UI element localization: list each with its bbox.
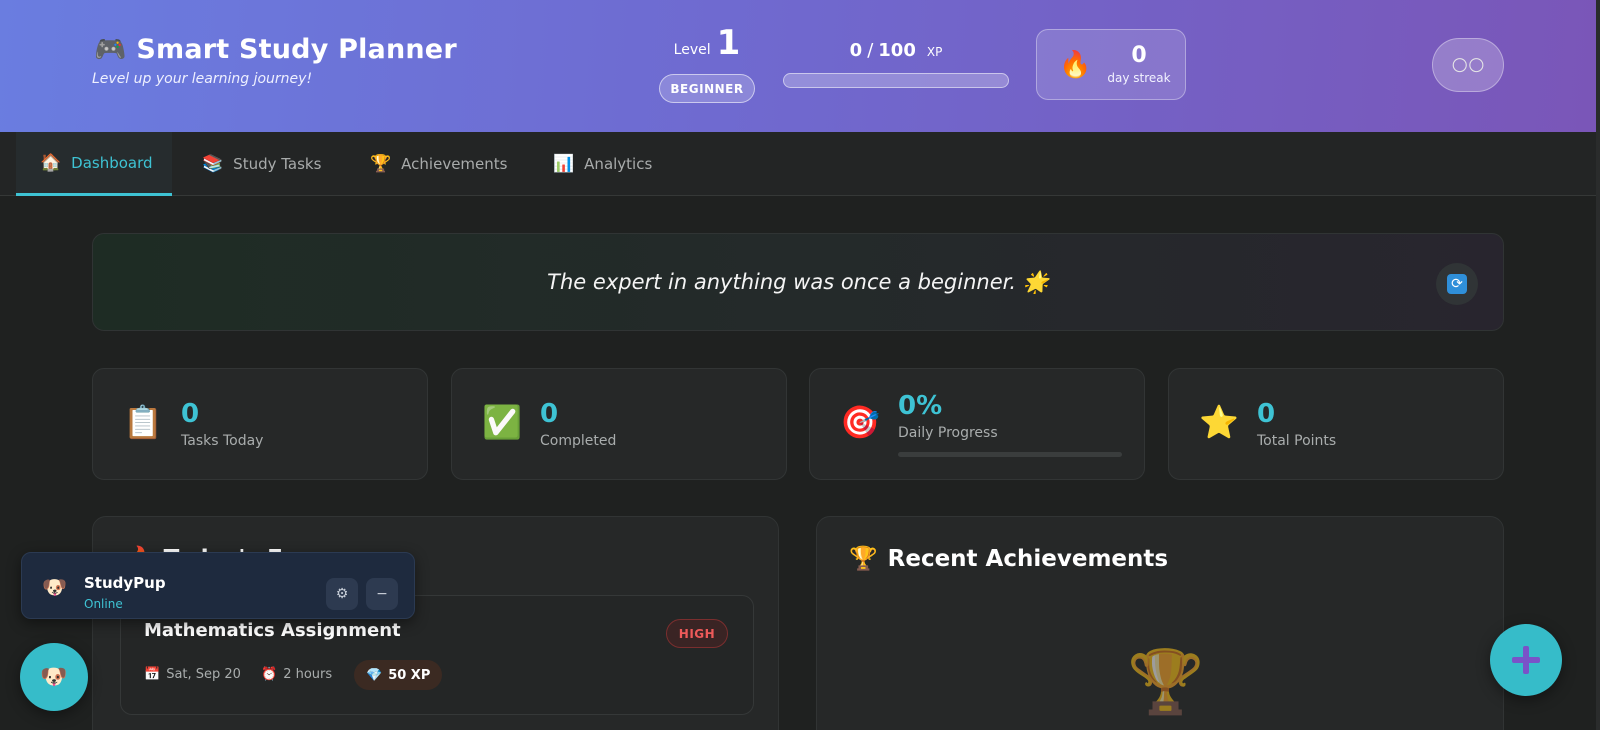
moon-icon: 🌕🌕 [1451,55,1485,75]
stat-card-completed: ✅ 0 Completed [451,368,787,480]
recent-achievements-panel: 🏆 Recent Achievements 🏆 [816,516,1504,730]
star-icon: ⭐ [1199,403,1239,441]
chat-minimize-button[interactable]: − [366,578,398,610]
stat-label: Daily Progress [898,425,998,441]
streak-card: 🔥 0 day streak [1036,29,1186,100]
level-value: 1 [716,23,741,63]
dog-avatar-icon: 🐶 [40,664,68,690]
gear-icon: ⚙ [335,586,349,602]
fire-icon: 🔥 [1059,49,1092,80]
xp-separator: / [867,40,874,61]
stat-label: Total Points [1257,433,1337,449]
tab-dashboard[interactable]: 🏠 Dashboard [16,132,172,196]
chat-widget: 🐶 StudyPup Online ⚙ − [21,552,415,619]
stat-value: 0 [1257,399,1276,429]
motivational-quote-card: The expert in anything was once a beginn… [92,233,1504,331]
todays-focus-panel: 🔥 Today's Focus Mathematics Assignment H… [92,516,779,730]
chat-status: Online [84,597,123,611]
target-icon: 🎯 [840,403,880,441]
task-date-text: Sat, Sep 20 [166,667,241,682]
chat-bot-name: StudyPup [84,574,166,592]
stat-label: Tasks Today [181,433,264,449]
minimize-icon: − [376,586,388,602]
task-xp-text: 50 XP [388,667,431,683]
clock-icon: ⏰ [261,667,278,682]
stat-card-daily-progress: 🎯 0% Daily Progress [809,368,1145,480]
task-xp-badge: 💎 50 XP [354,660,443,690]
tab-study-tasks[interactable]: 📚 Study Tasks [200,132,321,196]
streak-label: day streak [1107,70,1171,85]
xp-max: 100 [878,40,916,61]
trophy-icon: 🏆 [849,546,878,572]
theme-toggle-button[interactable]: 🌕🌕 [1432,38,1504,92]
panel-title-text: Recent Achievements [887,545,1169,572]
stat-value: 0% [898,391,943,421]
rank-badge: BEGINNER [659,74,755,103]
game-controller-icon: 🎮 [94,34,127,65]
stat-value: 0 [540,399,559,429]
stat-card-total-points: ⭐ 0 Total Points [1168,368,1504,480]
tab-label: Dashboard [71,153,153,172]
level-label: Level [673,42,711,58]
page-scrollbar[interactable] [1596,0,1600,730]
level-indicator: Level 1 BEGINNER [652,26,762,103]
task-date: 📅 Sat, Sep 20 [144,667,241,682]
clipboard-icon: 📋 [123,403,163,441]
calendar-icon: 📅 [144,667,161,682]
empty-trophy-icon: 🏆 [1127,645,1205,718]
dog-avatar-icon: 🐶 [42,575,67,599]
chat-settings-button[interactable]: ⚙ [326,578,358,610]
app-title: Smart Study Planner [136,34,457,65]
panel-title: 🏆 Recent Achievements [849,545,1169,573]
task-duration-text: 2 hours [283,667,333,682]
bar-chart-icon: 📊 [553,154,575,174]
brand: 🎮 Smart Study Planner Level up your lear… [92,34,457,87]
stat-card-tasks-today: 📋 0 Tasks Today [92,368,428,480]
stat-label: Completed [540,433,617,449]
streak-value: 0 [1131,42,1147,68]
add-task-button[interactable] [1490,624,1562,696]
tab-label: Analytics [584,155,653,173]
tab-analytics[interactable]: 📊 Analytics [553,132,652,196]
trophy-icon: 🏆 [370,154,392,174]
books-icon: 📚 [202,154,224,174]
gem-icon: 💎 [366,667,383,683]
check-icon: ✅ [482,403,522,441]
quote-text: The expert in anything was once a beginn… [547,270,1049,294]
xp-current: 0 [849,40,863,61]
refresh-icon: ⟳ [1447,274,1467,294]
tab-label: Study Tasks [233,155,322,173]
refresh-quote-button[interactable]: ⟳ [1436,263,1478,305]
tab-label: Achievements [401,155,508,173]
task-duration: ⏰ 2 hours [261,667,332,682]
xp-progress-bar [783,73,1009,88]
app-subtitle: Level up your learning journey! [92,71,313,87]
xp-indicator: 0 / 100 XP [783,40,1009,88]
app-header: 🎮 Smart Study Planner Level up your lear… [0,0,1600,132]
xp-unit: XP [926,45,943,59]
plus-icon [1512,646,1540,674]
priority-badge: HIGH [666,619,728,648]
home-icon: 🏠 [40,152,62,173]
chat-launcher-button[interactable]: 🐶 [20,643,88,711]
task-title: Mathematics Assignment [144,620,401,641]
main-tabs: 🏠 Dashboard 📚 Study Tasks 🏆 Achievements… [0,132,1600,196]
daily-progress-bar [898,452,1122,457]
tab-achievements[interactable]: 🏆 Achievements [370,132,507,196]
stat-value: 0 [181,399,200,429]
